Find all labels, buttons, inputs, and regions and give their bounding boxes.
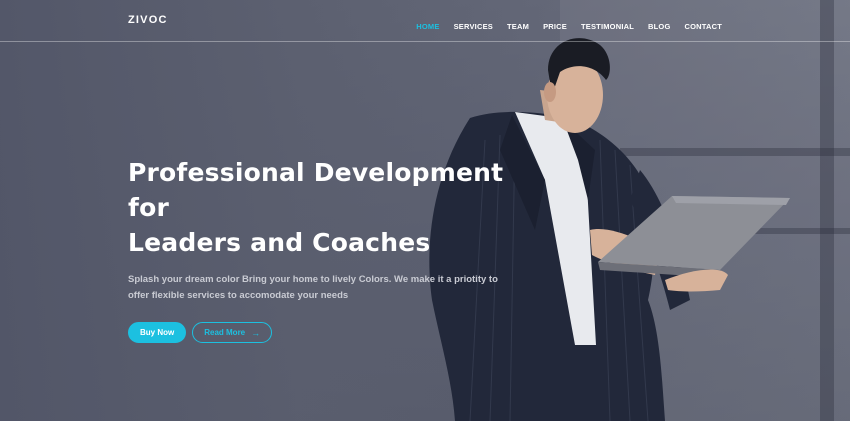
nav-item-blog: BLOG (648, 16, 670, 34)
nav-link-blog[interactable]: BLOG (648, 22, 670, 31)
nav-item-team: TEAM (507, 16, 529, 34)
site-header: ZIVOC HOME SERVICES TEAM PRICE TESTIMONI… (0, 0, 850, 42)
read-more-button[interactable]: Read More → (192, 322, 273, 343)
nav-link-services[interactable]: SERVICES (454, 22, 493, 31)
hero-buttons: Buy Now Read More → (128, 322, 548, 343)
buy-now-button[interactable]: Buy Now (128, 322, 187, 343)
main-nav: HOME SERVICES TEAM PRICE TESTIMONIAL BLO… (416, 16, 722, 34)
nav-link-price[interactable]: PRICE (543, 22, 567, 31)
read-more-label: Read More (204, 328, 246, 337)
nav-link-home[interactable]: HOME (416, 22, 439, 31)
site-logo[interactable]: ZIVOC (128, 14, 168, 26)
nav-item-home: HOME (416, 16, 439, 34)
buy-now-label: Buy Now (140, 328, 175, 337)
arrow-right-icon: → (251, 327, 261, 338)
nav-link-team[interactable]: TEAM (507, 22, 529, 31)
nav-item-services: SERVICES (454, 16, 493, 34)
hero-title-line-2: Leaders and Coaches (128, 228, 431, 257)
nav-link-testimonial[interactable]: TESTIMONIAL (581, 22, 634, 31)
nav-link-contact[interactable]: CONTACT (684, 22, 722, 31)
hero-description: Splash your dream color Bring your home … (128, 274, 498, 301)
hero-title-line-1: Professional Development for (128, 158, 504, 222)
nav-item-contact: CONTACT (684, 16, 722, 34)
nav-item-testimonial: TESTIMONIAL (581, 16, 634, 34)
hero-content: Professional Development for Leaders and… (128, 155, 548, 343)
nav-item-price: PRICE (543, 16, 567, 34)
hero-title: Professional Development for Leaders and… (128, 155, 548, 260)
